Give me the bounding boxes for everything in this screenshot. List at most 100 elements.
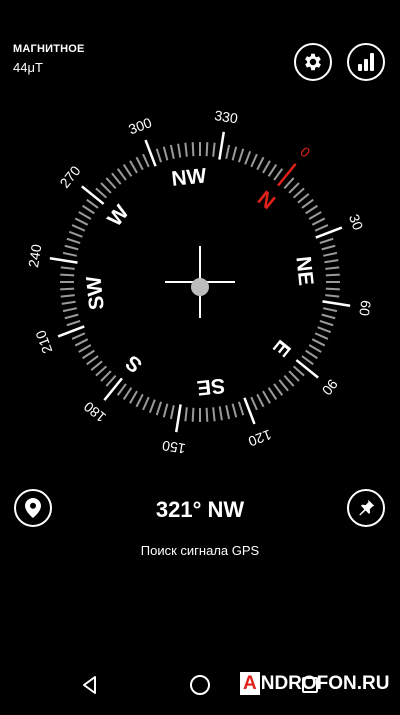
minor-tick	[278, 379, 289, 392]
minor-tick	[311, 217, 326, 226]
minor-tick	[68, 230, 83, 238]
minor-tick	[308, 211, 322, 220]
minor-tick	[324, 259, 339, 264]
minor-tick	[71, 332, 86, 340]
minor-tick	[325, 287, 340, 291]
minor-tick	[256, 393, 265, 408]
major-tick	[218, 131, 226, 160]
minor-tick	[135, 393, 144, 408]
degree-label: 210	[32, 328, 55, 356]
minor-tick	[205, 407, 209, 422]
watermark-first-letter: A	[240, 672, 260, 695]
minor-tick	[325, 266, 340, 270]
minor-tick	[162, 403, 169, 418]
minor-tick	[177, 143, 182, 158]
degree-label: 330	[213, 107, 239, 126]
gps-status: Поиск сигнала GPS	[140, 543, 260, 558]
minor-tick	[71, 224, 86, 232]
watermark: A NDROFON.RU	[240, 671, 390, 696]
major-tick	[103, 377, 123, 401]
minor-tick	[314, 332, 329, 340]
minor-tick	[142, 396, 150, 411]
minor-tick	[323, 307, 338, 313]
minor-tick	[225, 405, 231, 420]
minor-tick	[169, 405, 175, 420]
major-tick	[49, 256, 78, 264]
minor-tick	[148, 399, 156, 414]
minor-tick	[184, 407, 188, 422]
minor-tick	[155, 148, 163, 163]
cardinal-n: N	[253, 187, 279, 214]
minor-tick	[60, 287, 75, 291]
minor-tick	[129, 160, 138, 174]
minor-tick	[308, 344, 322, 353]
minor-tick	[250, 153, 258, 168]
minor-tick	[283, 177, 295, 190]
minor-tick	[205, 142, 209, 157]
minor-tick	[292, 365, 305, 377]
minor-tick	[317, 326, 332, 334]
major-tick	[174, 404, 182, 433]
minor-tick	[225, 144, 231, 159]
minor-tick	[95, 365, 108, 377]
minor-tick	[325, 273, 340, 277]
minor-tick	[155, 401, 163, 416]
minor-tick	[283, 374, 295, 387]
minor-tick	[64, 244, 79, 251]
degree-label: 30	[346, 212, 367, 232]
degree-label: 0	[297, 143, 313, 160]
minor-tick	[60, 266, 75, 270]
compass-dial: 0 30 60 90 120 150 180 210 240 270 300 330 N NE E SE S S…	[25, 107, 374, 457]
minor-tick	[116, 383, 127, 396]
minor-tick	[273, 383, 284, 396]
back-button[interactable]	[70, 665, 110, 705]
degree-label: 150	[161, 437, 187, 456]
minor-tick	[100, 370, 112, 382]
cardinal-e: E	[268, 335, 295, 360]
minor-tick	[297, 193, 310, 204]
back-icon	[83, 676, 96, 694]
major-tick	[322, 300, 351, 308]
minor-tick	[288, 370, 300, 382]
level-bubble	[191, 278, 209, 296]
minor-tick	[82, 349, 95, 360]
cardinal-ne: NE	[291, 255, 317, 286]
minor-tick	[105, 374, 117, 387]
minor-tick	[319, 237, 334, 245]
minor-tick	[314, 224, 329, 232]
cardinal-se: SE	[196, 373, 226, 399]
minor-tick	[86, 355, 99, 366]
minor-tick	[250, 396, 258, 411]
minor-tick	[292, 187, 305, 199]
minor-tick	[231, 146, 238, 161]
cardinal-sw: SW	[82, 275, 108, 311]
minor-tick	[82, 204, 95, 215]
minor-tick	[237, 148, 245, 163]
minor-tick	[301, 355, 314, 366]
minor-tick	[184, 142, 188, 157]
minor-tick	[267, 387, 278, 400]
minor-tick	[78, 211, 92, 220]
minor-tick	[62, 307, 77, 313]
minor-tick	[86, 198, 99, 209]
minor-tick	[100, 182, 112, 194]
minor-tick	[325, 294, 340, 298]
minor-tick	[90, 360, 103, 371]
major-tick	[295, 359, 319, 379]
minor-tick	[66, 237, 81, 245]
minor-tick	[60, 294, 75, 298]
home-icon	[190, 675, 210, 695]
minor-tick	[95, 187, 108, 199]
minor-tick	[191, 407, 195, 422]
home-button[interactable]	[180, 665, 220, 705]
minor-tick	[169, 144, 175, 159]
minor-tick	[74, 217, 89, 226]
minor-tick	[231, 403, 238, 418]
minor-tick	[244, 150, 252, 165]
minor-tick	[129, 390, 138, 404]
minor-tick	[288, 182, 300, 194]
minor-tick	[122, 387, 133, 400]
minor-tick	[321, 313, 336, 320]
major-tick	[277, 163, 297, 187]
degree-label: 90	[319, 376, 341, 398]
